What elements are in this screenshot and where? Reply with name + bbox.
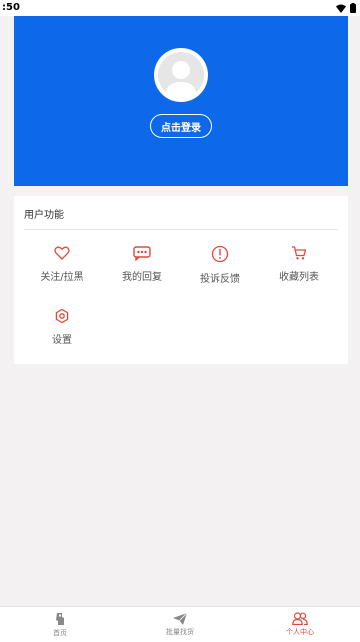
- wifi-icon: [336, 4, 346, 13]
- status-icons: [336, 3, 356, 13]
- section-title: 用户功能: [24, 210, 64, 221]
- alert-icon: [211, 245, 229, 263]
- func-label: 收藏列表: [279, 272, 319, 283]
- tab-home[interactable]: 首页: [0, 607, 120, 642]
- func-settings[interactable]: 设置: [22, 308, 102, 346]
- home-icon: [56, 612, 64, 625]
- send-icon: [173, 612, 187, 625]
- tab-batch-search[interactable]: 批量找货: [120, 607, 240, 642]
- func-favorites[interactable]: 收藏列表: [259, 245, 339, 283]
- status-bar: :50: [0, 0, 360, 16]
- avatar[interactable]: [154, 48, 208, 102]
- divider: [24, 229, 338, 230]
- tab-label: 批量找货: [166, 627, 194, 636]
- func-label: 关注/拉黑: [40, 272, 84, 283]
- status-time: :50: [2, 2, 20, 13]
- tab-profile[interactable]: 个人中心: [240, 607, 360, 642]
- func-complaint[interactable]: 投诉反馈: [180, 245, 260, 285]
- message-icon: [133, 246, 151, 261]
- func-label: 设置: [52, 335, 72, 346]
- heart-icon: [54, 246, 70, 260]
- user-functions-card: 用户功能 关注/拉黑 我的回复 投诉反馈 收藏列表 设置: [14, 196, 348, 364]
- profile-header: 点击登录: [14, 16, 348, 186]
- func-label: 我的回复: [122, 272, 162, 283]
- func-label: 投诉反馈: [200, 274, 240, 285]
- cart-icon: [292, 246, 307, 260]
- tab-label: 首页: [53, 628, 67, 637]
- user-icon: [158, 52, 204, 98]
- func-follow-block[interactable]: 关注/拉黑: [22, 245, 102, 283]
- bottom-tabbar: 首页 批量找货 个人中心: [0, 606, 360, 642]
- settings-icon: [55, 308, 69, 324]
- users-icon: [292, 612, 308, 625]
- tab-label: 个人中心: [286, 628, 314, 636]
- battery-icon: [350, 3, 356, 13]
- func-my-replies[interactable]: 我的回复: [102, 245, 182, 283]
- login-button[interactable]: 点击登录: [150, 114, 212, 138]
